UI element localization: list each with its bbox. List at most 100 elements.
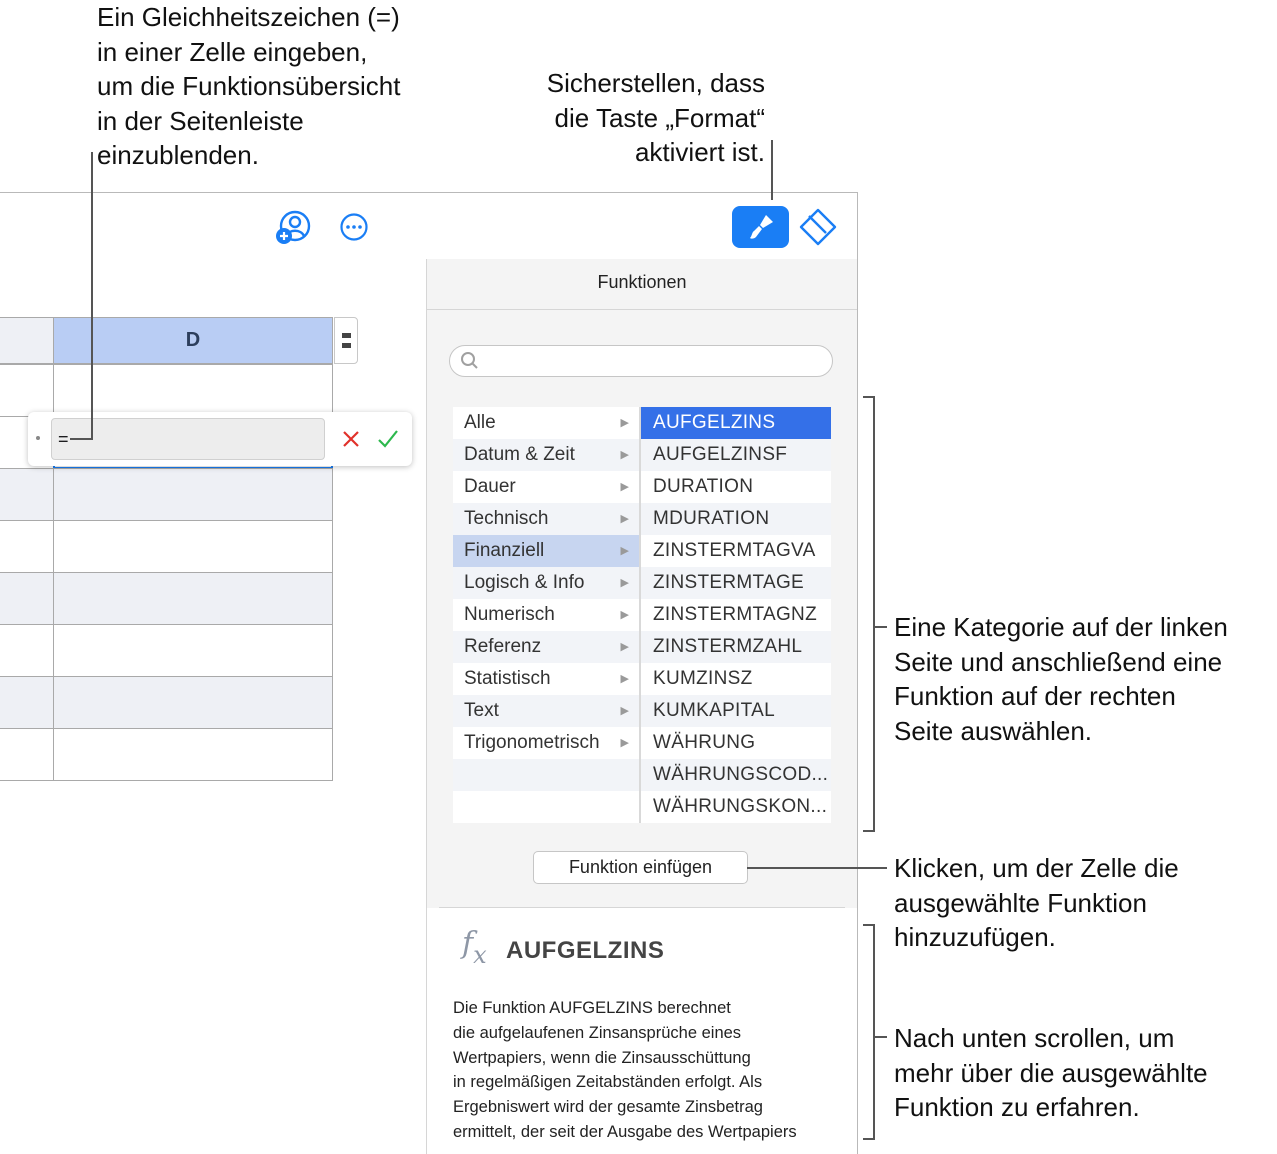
category-item[interactable]: Dauer ▶	[453, 471, 639, 503]
callout-equals-sign: Ein Gleichheitszeichen (=) in einer Zell…	[97, 2, 401, 170]
column-header-d[interactable]: D	[53, 317, 333, 364]
chevron-right-icon: ▶	[620, 417, 629, 429]
chevron-right-icon: ▶	[620, 641, 629, 653]
table-cell[interactable]	[53, 728, 333, 781]
category-item[interactable]: Finanziell ▶	[453, 535, 639, 567]
table-cell[interactable]	[53, 676, 333, 729]
category-label: Trigonometrisch	[464, 732, 600, 753]
table-cell[interactable]	[0, 572, 54, 625]
category-label: Statistisch	[464, 668, 551, 689]
function-item[interactable]: ZINSTERMTAGE	[641, 567, 831, 599]
chevron-right-icon: ▶	[620, 673, 629, 685]
function-detail: fx AUFGELZINS Die Funktion AUFGELZINS be…	[427, 908, 857, 1154]
function-item[interactable]: DURATION	[641, 471, 831, 503]
search-icon	[461, 352, 478, 369]
category-label: Numerisch	[464, 604, 555, 625]
table-cell[interactable]	[53, 572, 333, 625]
table-cell[interactable]	[0, 728, 54, 781]
drag-handle-icon[interactable]	[36, 436, 40, 440]
column-header-c[interactable]	[0, 317, 54, 364]
chevron-right-icon: ▶	[620, 545, 629, 557]
chevron-right-icon: ▶	[620, 705, 629, 717]
function-label: WÄHRUNG	[653, 732, 756, 753]
person-add-icon[interactable]	[273, 208, 313, 248]
table-cell[interactable]	[53, 520, 333, 573]
sidebar-title-divider	[427, 309, 857, 310]
sidebar-title: Funktionen	[597, 272, 687, 292]
category-item[interactable]: Alle ▶	[453, 407, 639, 439]
table-cell[interactable]	[0, 364, 54, 417]
category-label: Referenz	[464, 636, 542, 657]
category-empty-row	[453, 759, 639, 791]
function-item[interactable]: KUMKAPITAL	[641, 695, 831, 727]
detail-function-name: AUFGELZINS	[506, 937, 665, 964]
function-item[interactable]: MDURATION	[641, 503, 831, 535]
spreadsheet-area: D =	[0, 259, 426, 1154]
category-item[interactable]: Statistisch ▶	[453, 663, 639, 695]
function-list: AUFGELZINS AUFGELZINSF DURATION MDURATION ZI…	[641, 407, 831, 823]
leader-line-equals	[91, 152, 93, 440]
search-field[interactable]	[449, 345, 833, 377]
category-label: Datum & Zeit	[464, 444, 575, 465]
table-cell[interactable]	[0, 468, 54, 521]
category-item[interactable]: Logisch & Info ▶	[453, 567, 639, 599]
chevron-right-icon: ▶	[620, 513, 629, 525]
category-item[interactable]: Trigonometrisch ▶	[453, 727, 639, 759]
table-cell[interactable]	[0, 676, 54, 729]
column-header-label: D	[185, 329, 201, 351]
detail-description: Die Funktion AUFGELZINS berechnet die au…	[453, 999, 797, 1141]
table-cell[interactable]	[53, 364, 333, 417]
numbers-window: D = Funktionen Alle ▶ Datum & Zeit ▶ Dau…	[0, 192, 858, 1154]
callout-format-button: Sicherstellen, dass die Taste „Format“ a…	[546, 68, 765, 167]
function-label: KUMZINSZ	[653, 668, 753, 689]
ellipsis-circle-icon[interactable]	[339, 212, 369, 242]
bracket-category-top	[863, 396, 875, 398]
bracket-detail-top	[863, 924, 875, 926]
leader-line-insert	[747, 867, 887, 869]
table-cell[interactable]	[53, 468, 333, 521]
table-cell[interactable]	[53, 624, 333, 677]
chevron-right-icon: ▶	[620, 577, 629, 589]
bracket-category	[873, 396, 875, 832]
function-item[interactable]: WÄHRUNGSKON...	[641, 791, 831, 823]
function-label: MDURATION	[653, 508, 770, 529]
function-item[interactable]: ZINSTERMTAGVA	[641, 535, 831, 567]
function-item[interactable]: ZINSTERMTAGNZ	[641, 599, 831, 631]
column-menu-handle[interactable]	[334, 317, 358, 364]
category-item[interactable]: Numerisch ▶	[453, 599, 639, 631]
insert-function-button[interactable]: Funktion einfügen	[533, 851, 748, 884]
function-item[interactable]: WÄHRUNG	[641, 727, 831, 759]
format-button[interactable]	[732, 206, 789, 248]
chevron-right-icon: ▶	[620, 481, 629, 493]
search-input[interactable]	[484, 349, 818, 375]
category-item[interactable]: Technisch ▶	[453, 503, 639, 535]
table-cell[interactable]	[0, 624, 54, 677]
bracket-category-bottom	[863, 830, 875, 832]
function-label: DURATION	[653, 476, 754, 497]
category-item[interactable]: Datum & Zeit ▶	[453, 439, 639, 471]
cancel-x-icon[interactable]	[341, 429, 361, 449]
function-label: WÄHRUNGSKON...	[653, 796, 828, 817]
category-item[interactable]: Referenz ▶	[453, 631, 639, 663]
bracket-category-tick	[873, 626, 887, 628]
function-item[interactable]: AUFGELZINSF	[641, 439, 831, 471]
callout-scroll-down: Nach unten scrollen, um mehr über die au…	[894, 1023, 1208, 1122]
function-item[interactable]: WÄHRUNGSCOD...	[641, 759, 831, 791]
function-label: AUFGELZINSF	[653, 444, 788, 465]
organize-diamond-icon[interactable]	[797, 206, 839, 248]
chevron-right-icon: ▶	[620, 737, 629, 749]
function-label: WÄHRUNGSCOD...	[653, 764, 829, 785]
table-cell[interactable]	[0, 520, 54, 573]
category-label: Finanziell	[464, 540, 545, 561]
category-label: Logisch & Info	[464, 572, 585, 593]
function-label: ZINSTERMTAGNZ	[653, 604, 817, 625]
function-item[interactable]: ZINSTERMZAHL	[641, 631, 831, 663]
fx-icon: fx	[462, 926, 487, 969]
callout-insert-function: Klicken, um der Zelle die ausgewählte Fu…	[894, 853, 1179, 952]
category-list: Alle ▶ Datum & Zeit ▶ Dauer ▶ Technisch ▶ Finanz…	[453, 407, 639, 823]
formula-text: =	[58, 429, 69, 449]
function-item[interactable]: AUFGELZINS	[641, 407, 831, 439]
category-item[interactable]: Text ▶	[453, 695, 639, 727]
function-item[interactable]: KUMZINSZ	[641, 663, 831, 695]
accept-check-icon[interactable]	[377, 429, 399, 449]
